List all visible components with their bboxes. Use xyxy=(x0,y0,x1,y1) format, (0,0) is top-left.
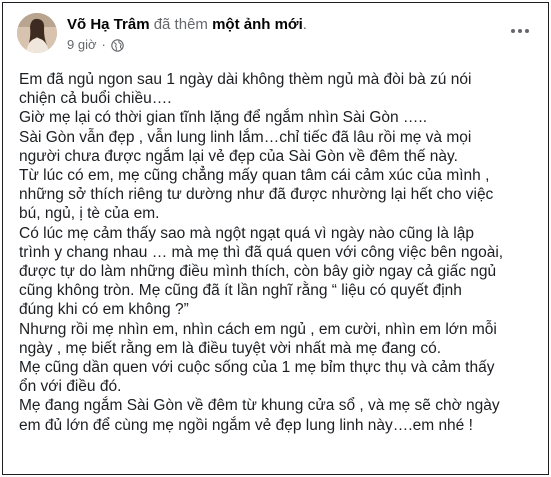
post-text-line: Có lúc mẹ cảm thấy sao mà ngột ngạt quá … xyxy=(19,224,474,242)
meta-separator: · xyxy=(101,37,106,52)
post-text-line: bú, ngủ, ị tè của em. xyxy=(19,205,160,223)
post-text-line: Từ lúc có em, mẹ cũng chẳng mấy quan tâm… xyxy=(19,167,490,185)
more-options-icon[interactable] xyxy=(506,21,534,41)
post-text-line: ngày , mẹ biết rằng em là điều tuyệt vời… xyxy=(19,339,442,357)
post-header: Võ Hạ Trâm đã thêm một ảnh mới. 9 giờ · xyxy=(17,13,538,61)
post-text-line: chiện cả buổi chiều…. xyxy=(19,90,172,108)
post-action-text: đã thêm xyxy=(153,16,208,33)
post-title-line: Võ Hạ Trâm đã thêm một ảnh mới. xyxy=(67,16,307,34)
post-action-end: . xyxy=(302,16,307,33)
post-text-line: được tự do làm những điều mình thích, cò… xyxy=(19,263,497,281)
post-text-line: người chưa được ngắm lại vẻ đẹp của Sài … xyxy=(19,147,458,165)
post-text-line: trình y chang nhau … mà mẹ thì đã quá qu… xyxy=(19,243,504,261)
post-body: Em đã ngủ ngon sau 1 ngày dài không thèm… xyxy=(19,70,534,435)
post-text-line: Em đã ngủ ngon sau 1 ngày dài không thèm… xyxy=(19,71,472,88)
author-avatar[interactable] xyxy=(17,13,57,53)
post-text-line: Mẹ đang ngắm Sài Gòn về đêm từ khung cửa… xyxy=(19,397,500,415)
post-meta: 9 giờ · xyxy=(67,37,124,53)
post-text-line: Giờ mẹ lại có thời gian tĩnh lặng để ngắ… xyxy=(19,109,428,127)
post-text-line: ổn với điều đó. xyxy=(19,378,122,396)
post-text-line: những sở thích riêng tư dường như đã đượ… xyxy=(19,186,494,204)
post-card: Võ Hạ Trâm đã thêm một ảnh mới. 9 giờ · … xyxy=(2,2,549,475)
globe-icon[interactable] xyxy=(111,38,124,52)
post-text-line: đúng khi có em không ?” xyxy=(19,301,189,319)
avatar-photo-icon xyxy=(17,13,57,53)
post-text-line: Nhưng rồi mẹ nhìn em, nhìn cách em ngủ ,… xyxy=(19,320,497,338)
author-name[interactable]: Võ Hạ Trâm xyxy=(67,16,150,33)
post-action-object[interactable]: một ảnh mới xyxy=(212,16,303,33)
post-timestamp[interactable]: 9 giờ xyxy=(67,37,97,53)
post-text-line: Mẹ cũng dần quen với cuộc sống của 1 mẹ … xyxy=(19,359,495,377)
post-text-line: Sài Gòn vẫn đẹp , vẫn lung linh lắm…chỉ … xyxy=(19,128,472,146)
post-text-line: em đủ lớn để cùng mẹ ngồi ngắm vẻ đẹp lu… xyxy=(19,416,473,434)
post-text-line: cũng không tròn. Mẹ cũng đã ít lần nghĩ … xyxy=(19,282,462,300)
